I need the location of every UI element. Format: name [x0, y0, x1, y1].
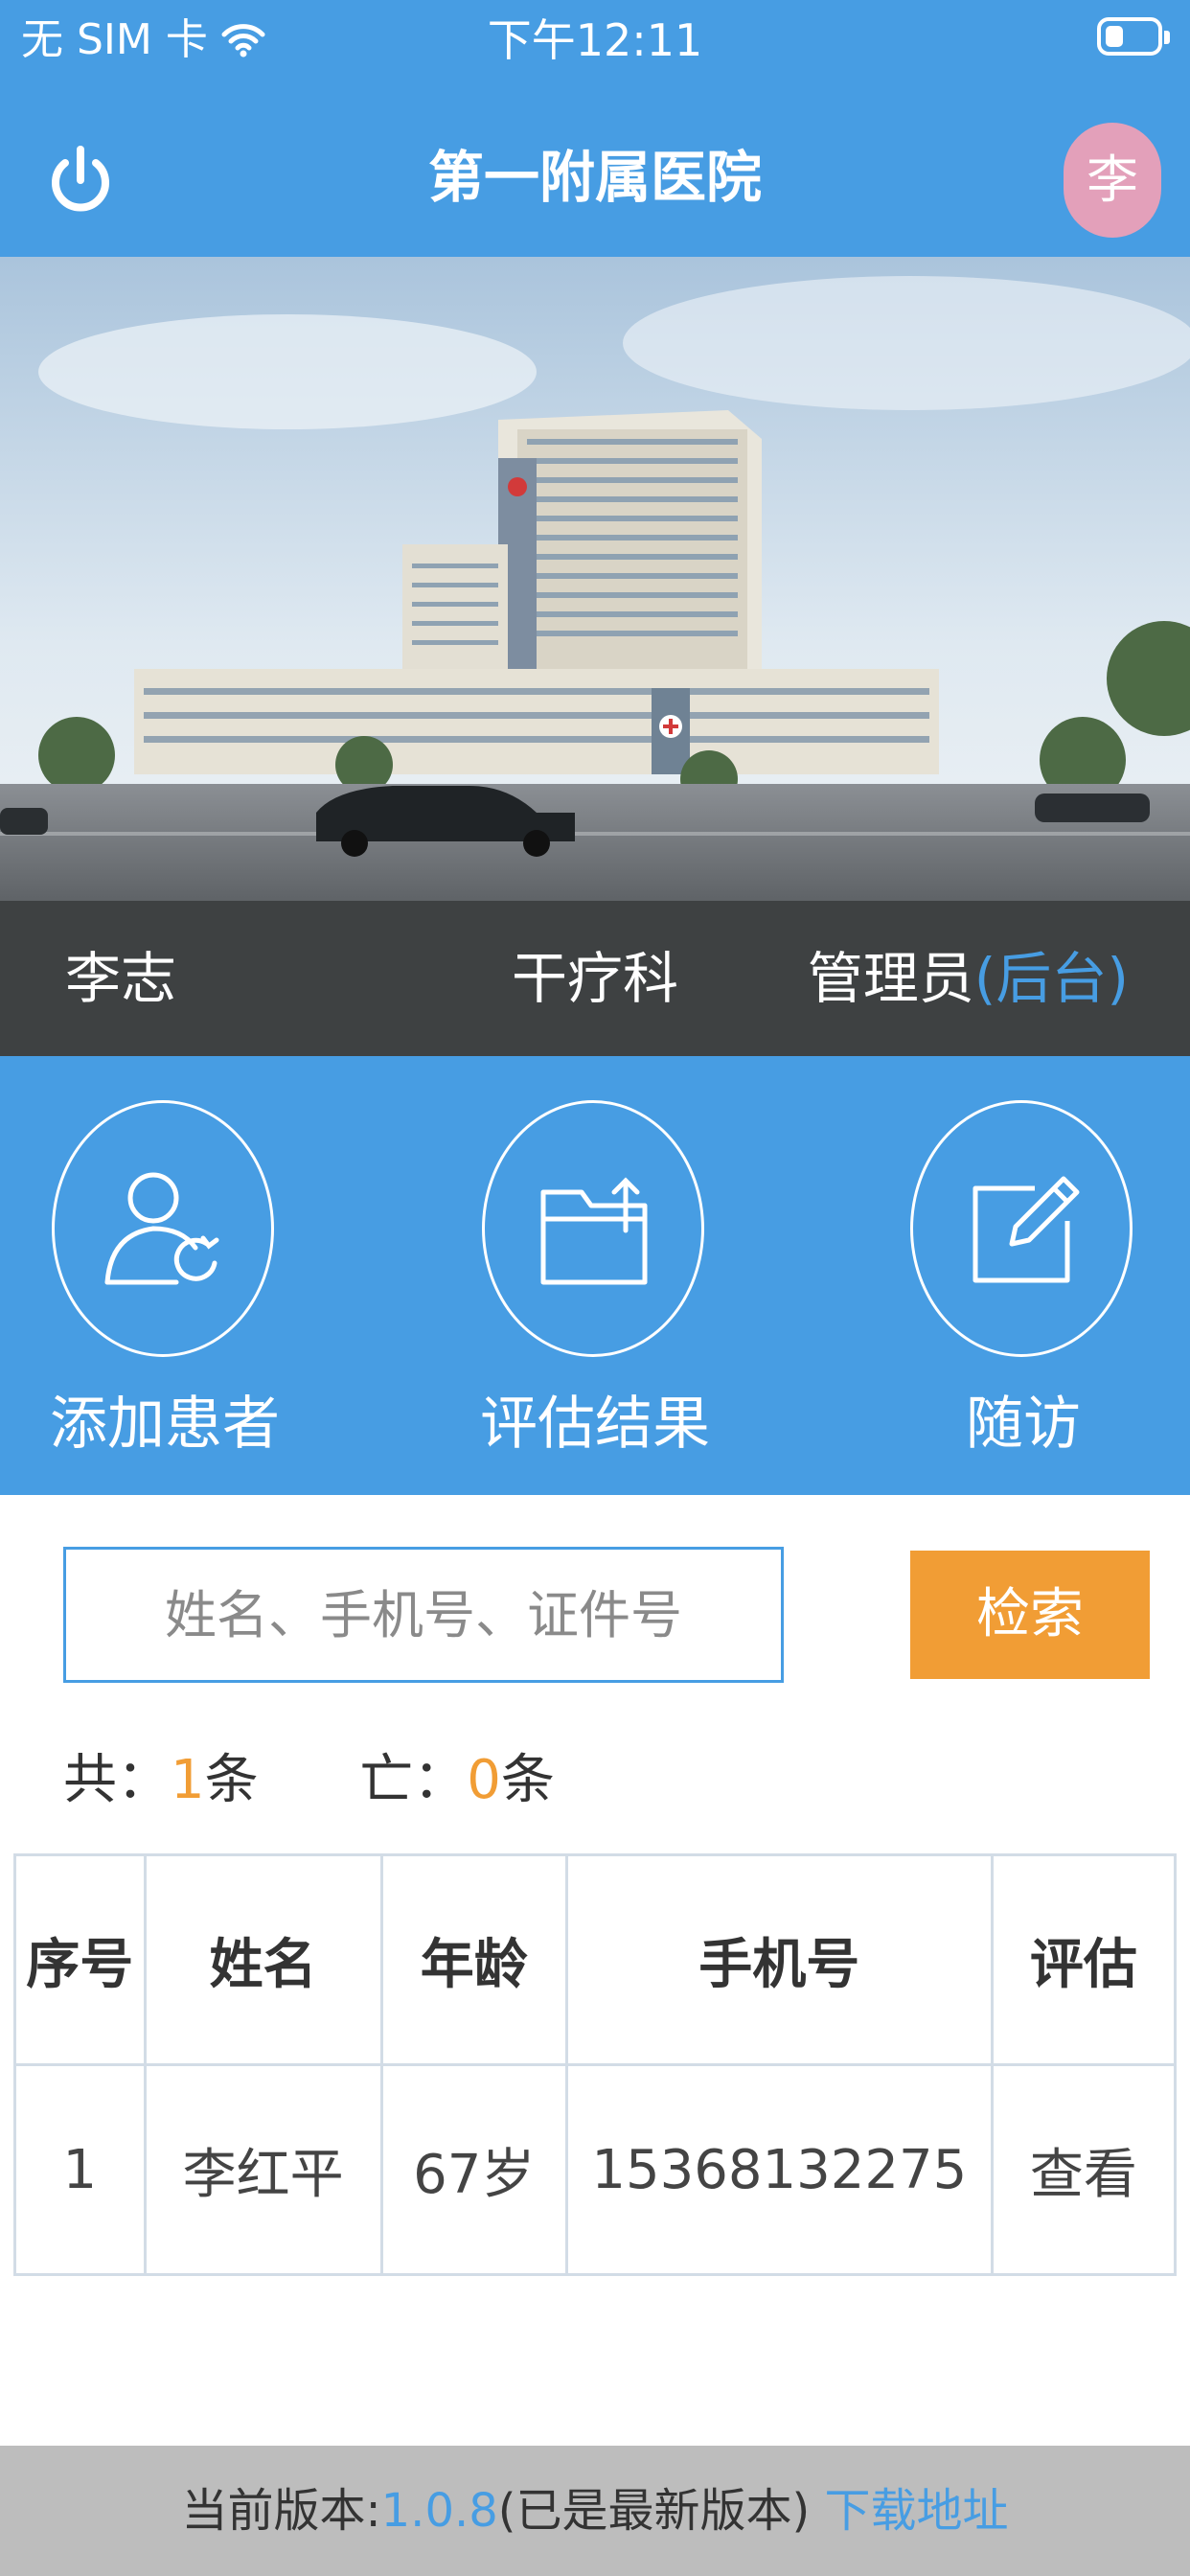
- assessment-results-circle: [482, 1100, 704, 1357]
- total-value: 1: [171, 1749, 205, 1811]
- header-index: 序号: [13, 1853, 147, 2066]
- assessment-results-label: 评估结果: [480, 1391, 710, 1458]
- table-row: 1 李红平 67岁 15368132275 查看: [13, 2063, 1178, 2276]
- header-name: 姓名: [143, 1853, 383, 2066]
- folder-upload-icon: [540, 1177, 648, 1285]
- cell-index: 1: [13, 2063, 147, 2276]
- status-time: 下午12:11: [487, 14, 703, 66]
- follow-up-circle: [910, 1100, 1133, 1357]
- follow-up-label: 随访: [966, 1391, 1081, 1458]
- record-counts: 共：1条 亡：0条: [63, 1742, 555, 1819]
- battery-icon: [1097, 17, 1170, 56]
- edit-icon: [973, 1176, 1080, 1283]
- backend-link[interactable]: (后台): [974, 946, 1129, 1011]
- header-assessment: 评估: [990, 1853, 1178, 2066]
- patient-table: 序号 姓名 年龄 手机号 评估 1 李红平 67岁 15368132275 查看: [13, 1853, 1178, 2276]
- download-link[interactable]: 下载地址: [825, 2484, 1009, 2538]
- table-header-row: 序号 姓名 年龄 手机号 评估: [13, 1853, 1178, 2066]
- cell-age: 67岁: [379, 2063, 568, 2276]
- deceased-label: 亡：: [359, 1749, 468, 1811]
- cell-name: 李红平: [143, 2063, 383, 2276]
- cell-phone-link[interactable]: 15368132275: [564, 2063, 994, 2276]
- total-label: 共：: [63, 1749, 171, 1811]
- total-unit: 条: [204, 1749, 259, 1811]
- assessment-results-button[interactable]: 评估结果: [451, 1094, 739, 1459]
- version-label: 当前版本:: [181, 2484, 381, 2538]
- deceased-value: 0: [467, 1749, 501, 1811]
- add-patient-label: 添加患者: [50, 1391, 280, 1458]
- add-user-icon: [104, 1172, 219, 1285]
- role-label: 管理员: [807, 946, 974, 1011]
- user-info-bar: 李志 干疗科 管理员(后台): [0, 901, 1190, 1056]
- hospital-banner-image: [0, 257, 1190, 901]
- add-patient-circle: [52, 1100, 274, 1357]
- top-bar: 无 SIM 卡 下午12:11 第一附属医院 李: [0, 0, 1190, 257]
- add-patient-button[interactable]: 添加患者: [21, 1094, 309, 1459]
- deceased-unit: 条: [500, 1749, 555, 1811]
- search-input[interactable]: [63, 1547, 784, 1683]
- action-panel: 添加患者 评估结果 随访: [0, 1056, 1190, 1495]
- view-assessment-link[interactable]: 查看: [990, 2063, 1178, 2276]
- version-footer: 当前版本:1.0.8(已是最新版本) 下载地址: [0, 2446, 1190, 2576]
- header-phone: 手机号: [564, 1853, 994, 2066]
- search-button[interactable]: 检索: [910, 1551, 1150, 1679]
- header-age: 年龄: [379, 1853, 568, 2066]
- follow-up-button[interactable]: 随访: [880, 1094, 1167, 1459]
- avatar[interactable]: 李: [1064, 123, 1161, 238]
- version-number: 1.0.8: [380, 2484, 498, 2538]
- user-role: 管理员(后台): [808, 901, 1129, 1056]
- version-note: (已是最新版本): [497, 2484, 811, 2538]
- page-title: 第一附属医院: [427, 145, 762, 210]
